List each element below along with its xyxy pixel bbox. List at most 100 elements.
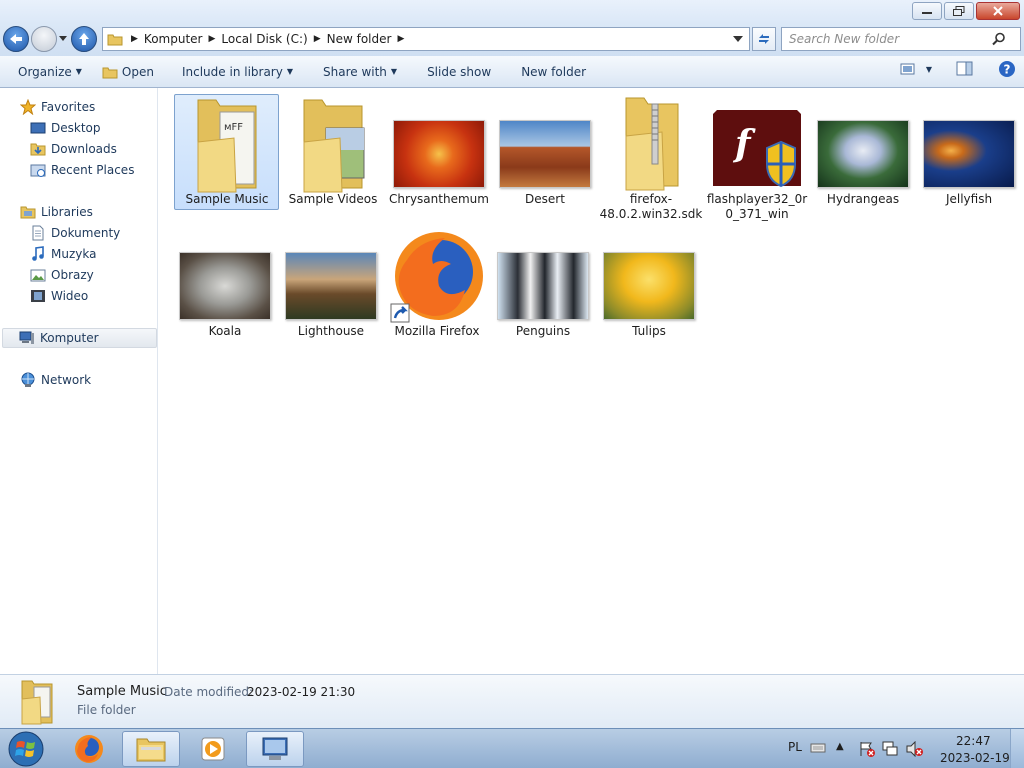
nav-dokumenty[interactable]: Dokumenty [30,223,120,243]
taskbar-media-player-button[interactable] [184,731,242,767]
taskbar-explorer-button[interactable] [122,731,180,767]
file-name: Jellyfish [945,192,993,206]
change-view-icon[interactable] [900,62,916,76]
back-button[interactable] [3,26,29,52]
file-item[interactable]: Koala [172,228,278,345]
file-item[interactable]: Hydrangeas [810,94,916,211]
show-desktop-button[interactable] [1010,729,1024,768]
chrysanthemum-image-thumbnail [393,120,485,188]
keyboard-icon[interactable] [810,742,826,754]
minimize-button[interactable] [912,2,942,20]
nav-downloads-label: Downloads [51,142,117,156]
share-with-button[interactable]: Share with ▼ [313,59,407,85]
minimize-icon [922,12,932,14]
nav-komputer-label: Komputer [40,331,99,345]
search-box[interactable] [781,27,1021,51]
nav-obrazy-label: Obrazy [51,268,94,282]
clock-date[interactable]: 2023-02-19 [940,751,1010,765]
nav-muzyka[interactable]: Muzyka [30,244,96,264]
search-icon[interactable] [992,32,1006,46]
file-item[interactable]: Penguins [490,228,596,345]
close-button[interactable] [976,2,1020,20]
breadcrumb-new-folder[interactable]: New folder [327,32,392,46]
nav-recent-places-label: Recent Places [51,163,135,177]
file-name: Sample Videos [288,192,378,206]
up-button[interactable] [71,26,97,52]
help-icon[interactable]: ? [998,60,1016,78]
clock-time[interactable]: 22:47 [956,734,991,748]
video-folder-icon [303,99,365,193]
koala-image-thumbnail [179,252,271,320]
recent-pages-dropdown-icon[interactable] [59,36,67,42]
restore-button[interactable] [944,2,974,20]
computer-icon [19,331,34,344]
nav-desktop-label: Desktop [51,121,101,135]
include-in-library-button[interactable]: Include in library ▼ [172,59,303,85]
music-folder-icon: ᴍFF [197,99,257,193]
nav-libraries[interactable]: Libraries [20,202,93,222]
taskbar-remote-desktop-button[interactable] [246,731,304,767]
music-icon [32,246,44,261]
media-player-icon [201,737,225,761]
firefox-icon [75,735,103,763]
nav-libraries-label: Libraries [41,205,93,219]
open-button[interactable]: Open [92,59,164,85]
show-hidden-icons-icon[interactable]: ▲ [836,741,844,752]
back-arrow-icon [10,34,22,44]
slide-show-button[interactable]: Slide show [417,59,501,85]
breadcrumb-local-disk[interactable]: Local Disk (C:) [221,32,307,46]
view-options-dropdown-icon[interactable]: ▼ [926,65,932,74]
nav-obrazy[interactable]: Obrazy [30,265,94,285]
address-box[interactable]: ▶ Komputer ▶ Local Disk (C:) ▶ New folde… [102,27,750,51]
nav-favorites-label: Favorites [41,100,96,114]
language-indicator[interactable]: PL [788,740,802,754]
organize-button[interactable]: Organize ▼ [8,59,92,85]
file-item[interactable]: Sample Videos [280,94,386,211]
file-item[interactable]: Desert [492,94,598,211]
lighthouse-image-thumbnail [285,252,377,320]
new-folder-button[interactable]: New folder [511,59,596,85]
file-item[interactable]: ᴍFF Sample Music [174,94,280,211]
action-center-flag-icon[interactable] [858,741,876,757]
file-item[interactable]: Lighthouse [278,228,384,345]
refresh-button[interactable] [752,27,776,51]
file-item[interactable]: Chrysanthemum [386,94,492,211]
taskbar-firefox-button[interactable] [60,731,118,767]
nav-komputer[interactable]: Komputer [2,328,157,348]
recent-places-icon [30,164,46,177]
nav-favorites[interactable]: Favorites [20,97,95,117]
navigation-pane: Favorites Desktop Downloads Recent Place… [0,88,158,674]
search-input[interactable] [782,32,992,46]
nav-desktop[interactable]: Desktop [30,118,101,138]
star-icon [20,99,36,115]
forward-button[interactable] [31,26,57,52]
pictures-icon [30,269,46,282]
nav-downloads[interactable]: Downloads [30,139,117,159]
nav-wideo[interactable]: Wideo [30,286,88,306]
file-name: Penguins [515,324,571,338]
folder-icon [107,34,123,46]
start-button[interactable] [6,730,46,768]
svg-text:ᴍFF: ᴍFF [224,122,243,133]
windows-logo-icon [8,731,44,767]
jellyfish-image-thumbnail [923,120,1015,188]
breadcrumb-komputer[interactable]: Komputer [144,32,203,46]
address-dropdown-icon[interactable] [733,36,743,42]
new-folder-label: New folder [521,64,587,79]
file-item[interactable]: firefox-48.0.2.win32.sdk [598,94,704,221]
file-item[interactable]: Tulips [596,228,702,345]
file-item[interactable]: Jellyfish [916,94,1022,211]
preview-pane-icon[interactable] [956,61,974,77]
chevron-down-icon: ▼ [390,67,398,76]
address-bar-area: ▶ Komputer ▶ Local Disk (C:) ▶ New folde… [0,24,1024,56]
volume-muted-icon[interactable] [906,741,924,757]
network-status-icon[interactable] [882,741,900,757]
refresh-icon [759,34,769,44]
nav-network[interactable]: Network [20,370,91,390]
file-name: Desert [525,192,565,206]
taskbar: PL ▲ 22:47 2023-02-19 [0,728,1024,768]
file-item[interactable]: Mozilla Firefox [384,228,490,345]
tulips-image-thumbnail [603,252,695,320]
file-item[interactable]: f flashplayer32_0r0_371_win [704,94,810,221]
nav-recent-places[interactable]: Recent Places [30,160,134,180]
